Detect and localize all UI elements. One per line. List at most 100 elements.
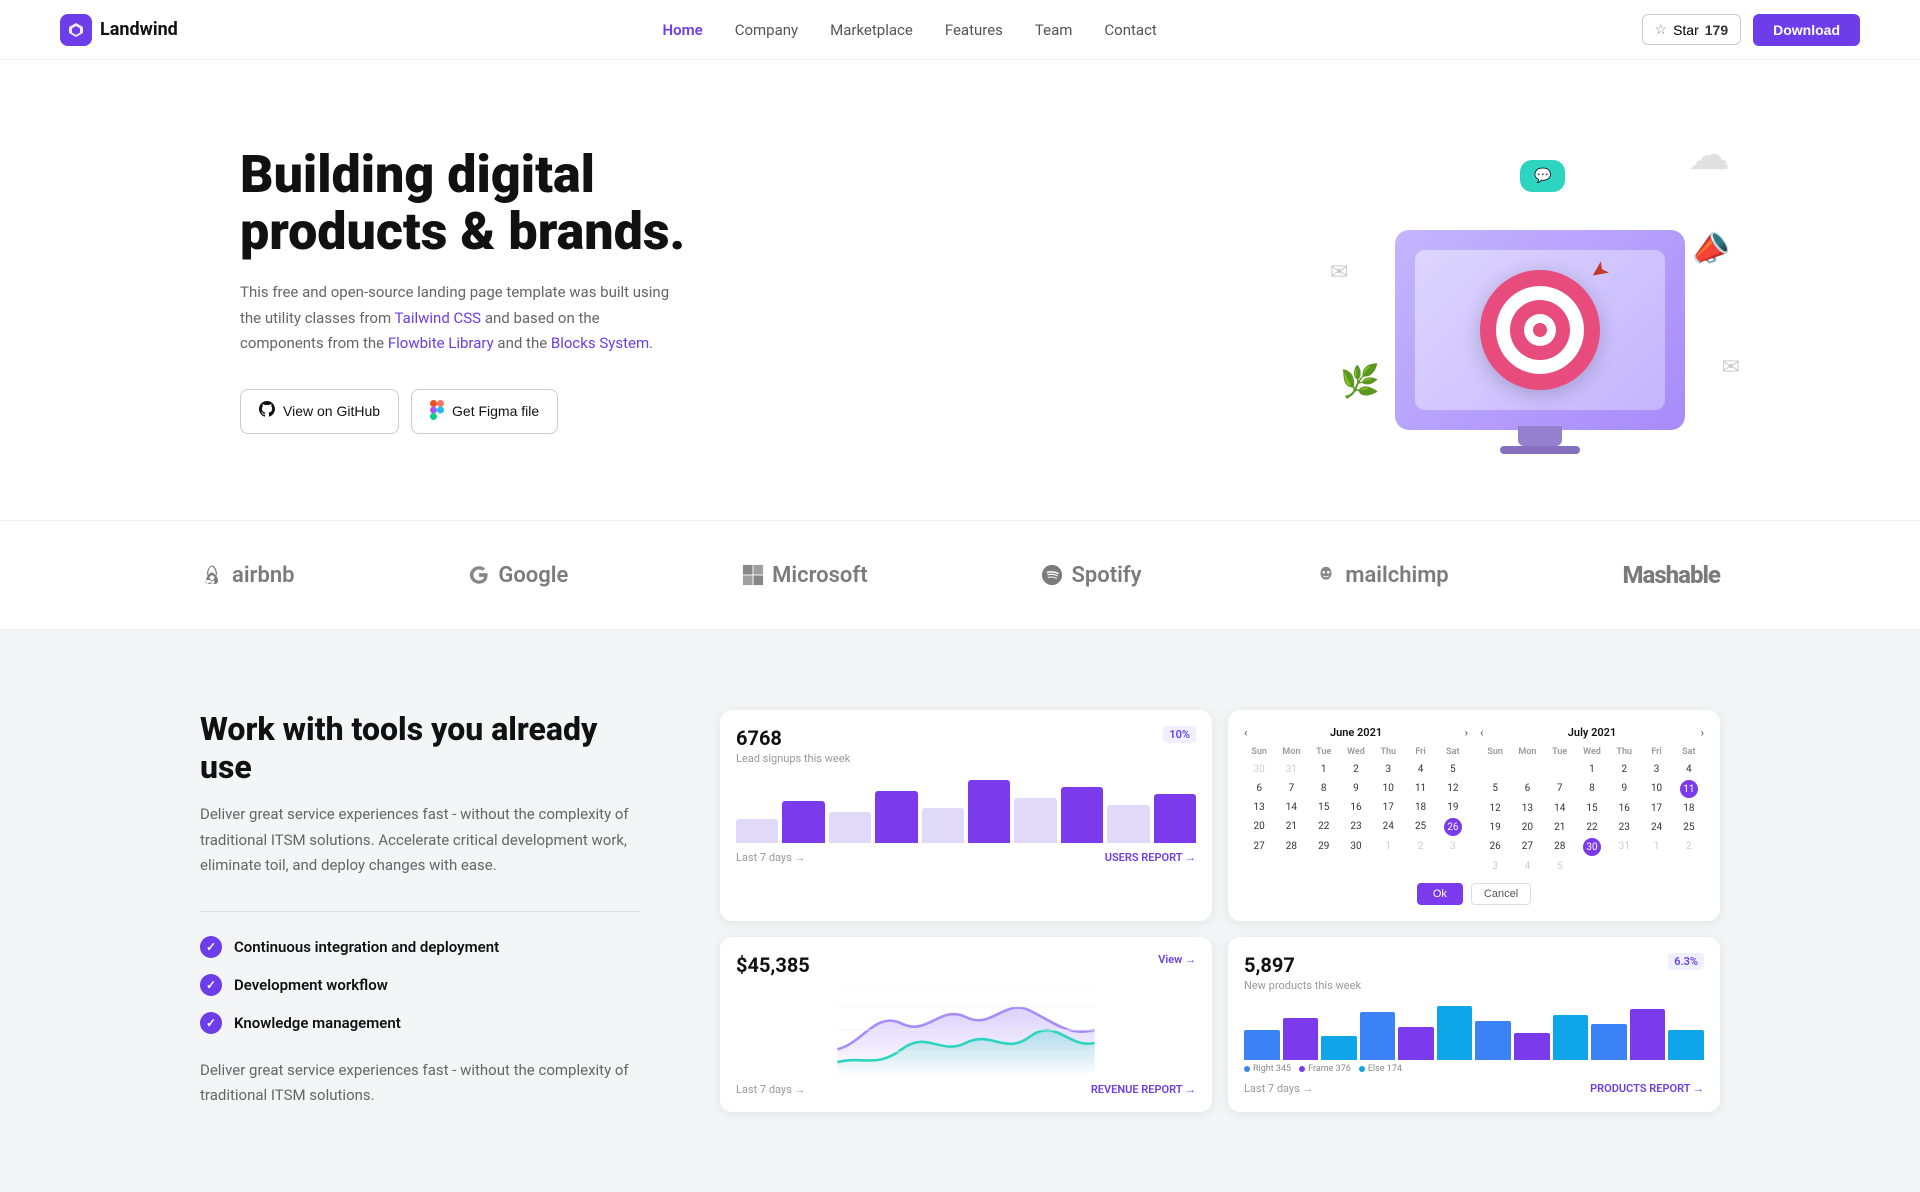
cal-day[interactable]: 1 — [1641, 838, 1671, 856]
card4-footer-link[interactable]: PRODUCTS REPORT → — [1590, 1082, 1704, 1095]
cal-day[interactable]: 31 — [1276, 761, 1306, 778]
nav-contact[interactable]: Contact — [1104, 21, 1156, 39]
cal-day-selected2[interactable]: 30 — [1583, 838, 1601, 856]
cal-day[interactable]: 31 — [1609, 838, 1639, 856]
nav-home[interactable]: Home — [662, 21, 702, 39]
cal-day[interactable]: 25 — [1674, 819, 1704, 836]
cal-day[interactable]: 6 — [1244, 780, 1274, 797]
figma-button[interactable]: Get Figma file — [411, 389, 558, 434]
prev-month-btn[interactable]: ‹ — [1244, 726, 1247, 739]
cal-day[interactable]: 26 — [1480, 838, 1510, 856]
cal-day[interactable]: 12 — [1438, 780, 1468, 797]
cal-day[interactable]: 4 — [1512, 858, 1542, 875]
cal-day[interactable]: 30 — [1341, 838, 1371, 855]
june-next-btn[interactable]: › — [1465, 726, 1468, 739]
cal-day[interactable]: 24 — [1641, 819, 1671, 836]
calendar-cancel-button[interactable]: Cancel — [1471, 883, 1531, 905]
cal-day-selected[interactable]: 26 — [1444, 818, 1462, 836]
cal-day[interactable]: 1 — [1309, 761, 1339, 778]
cal-day[interactable]: 12 — [1480, 800, 1510, 817]
cal-day[interactable]: 23 — [1341, 818, 1371, 836]
card3-footer-link[interactable]: REVENUE REPORT → — [1091, 1083, 1196, 1096]
cal-day[interactable]: 9 — [1341, 780, 1371, 797]
cal-day[interactable]: 18 — [1405, 799, 1435, 816]
pbar-4 — [1360, 1012, 1396, 1060]
nav-company[interactable]: Company — [735, 21, 798, 39]
cal-day[interactable] — [1545, 761, 1575, 778]
cal-day[interactable]: 1 — [1577, 761, 1607, 778]
cal-day[interactable]: 25 — [1405, 818, 1435, 836]
nav-team[interactable]: Team — [1035, 21, 1073, 39]
cal-day[interactable]: 22 — [1577, 819, 1607, 836]
cal-day[interactable]: 3 — [1641, 761, 1671, 778]
logo-link[interactable]: Landwind — [60, 14, 178, 46]
cal-day[interactable]: 19 — [1480, 819, 1510, 836]
cal-day[interactable]: 21 — [1545, 819, 1575, 836]
cal-day[interactable]: 2 — [1405, 838, 1435, 855]
cal-day[interactable]: 16 — [1341, 799, 1371, 816]
cal-day[interactable]: 11 — [1405, 780, 1435, 797]
cal-day[interactable]: 20 — [1244, 818, 1274, 836]
cal-day[interactable]: 13 — [1244, 799, 1274, 816]
cal-day[interactable]: 9 — [1609, 780, 1639, 798]
cal-day[interactable]: 27 — [1512, 838, 1542, 856]
cal-day[interactable]: 14 — [1545, 800, 1575, 817]
cal-day[interactable]: 1 — [1373, 838, 1403, 855]
july-next-btn[interactable]: › — [1701, 726, 1704, 739]
cal-day[interactable] — [1512, 761, 1542, 778]
card3-view-link[interactable]: View → — [1158, 953, 1196, 966]
cal-day[interactable]: 7 — [1276, 780, 1306, 797]
cal-day[interactable]: 13 — [1512, 800, 1542, 817]
cal-day[interactable]: 3 — [1480, 858, 1510, 875]
cal-day[interactable]: 8 — [1309, 780, 1339, 797]
cal-day[interactable]: 7 — [1545, 780, 1575, 798]
cal-day[interactable]: 30 — [1244, 761, 1274, 778]
calendar-ok-button[interactable]: Ok — [1417, 883, 1463, 905]
cal-day[interactable]: 23 — [1609, 819, 1639, 836]
cal-day[interactable]: 10 — [1641, 780, 1671, 798]
cal-day[interactable]: 19 — [1438, 799, 1468, 816]
cal-day[interactable]: 15 — [1309, 799, 1339, 816]
cal-day[interactable]: 3 — [1373, 761, 1403, 778]
july-prev-btn[interactable]: ‹ — [1480, 726, 1483, 739]
cal-day-today[interactable]: 11 — [1680, 780, 1698, 798]
cal-day[interactable]: 27 — [1244, 838, 1274, 855]
cal-day[interactable]: 4 — [1674, 761, 1704, 778]
cal-day[interactable]: 29 — [1309, 838, 1339, 855]
features-title: Work with tools you already use — [200, 710, 640, 786]
cal-day[interactable]: 10 — [1373, 780, 1403, 797]
cal-day[interactable]: 2 — [1609, 761, 1639, 778]
cal-day[interactable]: 20 — [1512, 819, 1542, 836]
cal-day[interactable]: 16 — [1609, 800, 1639, 817]
cal-day[interactable]: 28 — [1545, 838, 1575, 856]
cal-day[interactable]: 4 — [1405, 761, 1435, 778]
download-button[interactable]: Download — [1753, 14, 1860, 46]
cal-day[interactable]: 5 — [1438, 761, 1468, 778]
cal-day[interactable]: 18 — [1674, 800, 1704, 817]
cal-day[interactable]: 3 — [1438, 838, 1468, 855]
card1-badge: 10% — [1163, 726, 1196, 743]
cal-day[interactable]: 24 — [1373, 818, 1403, 836]
spotify-label: Spotify — [1071, 563, 1141, 588]
card1-footer-link[interactable]: USERS REPORT → — [1105, 851, 1196, 864]
cal-day[interactable]: 5 — [1545, 858, 1575, 875]
cal-day[interactable]: 15 — [1577, 800, 1607, 817]
star-button[interactable]: ☆ Star 179 — [1642, 14, 1742, 45]
legend-item-3: Else 174 — [1359, 1064, 1402, 1074]
cal-day[interactable]: 22 — [1309, 818, 1339, 836]
cal-day[interactable] — [1480, 761, 1510, 778]
nav-marketplace[interactable]: Marketplace — [830, 21, 913, 39]
cal-day[interactable]: 28 — [1276, 838, 1306, 855]
github-button[interactable]: View on GitHub — [240, 389, 399, 434]
cal-day[interactable]: 2 — [1341, 761, 1371, 778]
cal-day[interactable]: 5 — [1480, 780, 1510, 798]
cal-day[interactable]: 17 — [1373, 799, 1403, 816]
cal-day[interactable]: 21 — [1276, 818, 1306, 836]
cal-day[interactable]: 6 — [1512, 780, 1542, 798]
cal-day[interactable]: 14 — [1276, 799, 1306, 816]
cal-day[interactable]: 17 — [1641, 800, 1671, 817]
airbnb-label: airbnb — [232, 563, 295, 588]
cal-day[interactable]: 8 — [1577, 780, 1607, 798]
cal-day[interactable]: 2 — [1674, 838, 1704, 856]
nav-features[interactable]: Features — [945, 21, 1003, 39]
